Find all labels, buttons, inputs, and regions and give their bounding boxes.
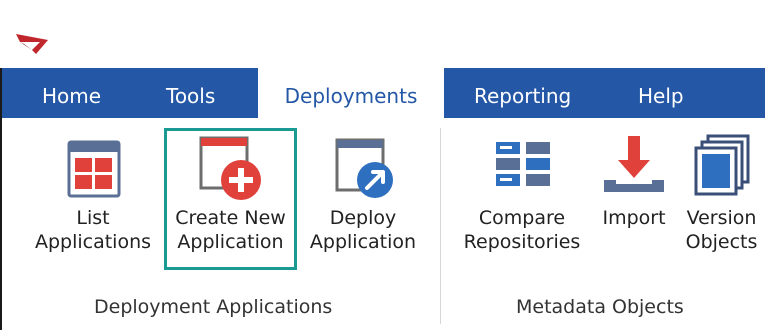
group-separator	[440, 128, 441, 324]
import-button[interactable]: Import	[596, 130, 672, 230]
tab-deployments[interactable]: Deployments	[258, 68, 444, 118]
compare-repositories-label-2: Repositories	[463, 231, 581, 253]
list-applications-label-1: List	[76, 207, 110, 229]
compare-repositories-icon	[496, 142, 550, 186]
group-label-metadata-objects: Metadata Objects	[516, 296, 684, 318]
list-applications-label-2: Applications	[34, 231, 152, 253]
group-label-deployment-applications: Deployment Applications	[94, 296, 333, 318]
ribbon-tab-bar: Home Tools Deployments Reporting Help	[0, 68, 765, 118]
deploy-application-icon	[335, 138, 393, 198]
deploy-application-label-1: Deploy	[329, 207, 397, 229]
app-logo-icon	[16, 34, 48, 54]
title-bar	[0, 8, 765, 68]
tab-reporting[interactable]: Reporting	[474, 68, 571, 118]
compare-repositories-button[interactable]: Compare Repositories	[452, 130, 592, 254]
title-strip	[0, 0, 765, 8]
list-applications-button[interactable]: List Applications	[26, 130, 160, 254]
deploy-application-label-2: Application	[309, 231, 417, 253]
tab-home[interactable]: Home	[42, 68, 101, 118]
version-objects-label-2: Objects	[685, 231, 758, 253]
highlight-frame	[164, 128, 297, 270]
list-applications-icon	[67, 140, 121, 198]
compare-repositories-label-1: Compare	[478, 207, 566, 229]
import-icon	[604, 136, 664, 192]
version-objects-label-1: Version	[686, 207, 757, 229]
version-objects-icon	[694, 134, 749, 196]
import-label: Import	[602, 207, 666, 229]
deploy-application-button[interactable]: Deploy Application	[300, 130, 426, 254]
version-objects-button[interactable]: Version Objects	[678, 130, 765, 254]
tab-help[interactable]: Help	[638, 68, 684, 118]
tab-tools[interactable]: Tools	[166, 68, 215, 118]
